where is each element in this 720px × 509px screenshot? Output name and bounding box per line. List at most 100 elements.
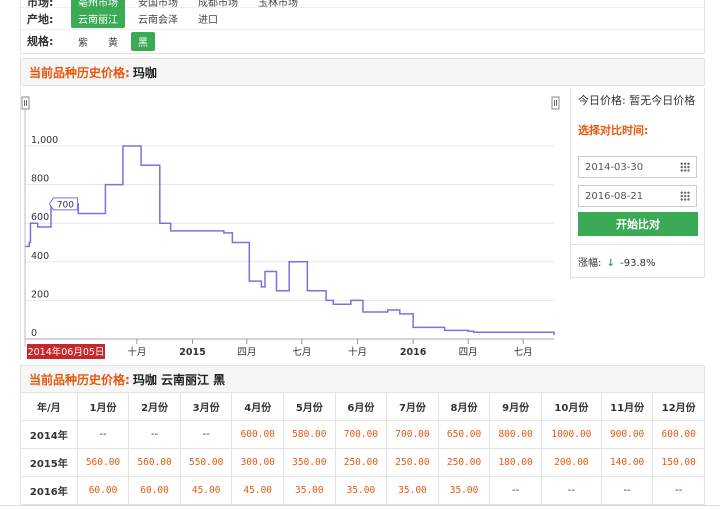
price-cell: -- (540, 476, 602, 505)
today-price-value: 暂无今日价格 (629, 94, 696, 107)
price-cell: 700.00 (386, 420, 439, 449)
table-section-header: 当前品种历史价格: 玛咖 云南丽江 黑 (20, 365, 705, 393)
filter-row-spec: 规格: 紫黄黑 (21, 30, 704, 52)
price-chart-area: 0 200 400 600 800 1,000 十月 2015 四月 七月 十月 2016 四月 七月 … (20, 88, 570, 360)
column-header: 9月份 (489, 392, 542, 421)
price-cell: 150.00 (652, 448, 705, 477)
price-cell: 200.00 (540, 448, 602, 477)
filter-option-spec-0[interactable]: 紫 (71, 32, 95, 51)
filter-label-spec: 规格: (27, 35, 54, 48)
today-price: 今日价格: 暂无今日价格 (578, 92, 695, 108)
column-header: 2月份 (128, 392, 181, 421)
panel-divider (571, 244, 704, 245)
filter-options-spec: 紫黄黑 (71, 31, 155, 51)
filter-option-origin-2[interactable]: 进口 (191, 9, 225, 28)
monthly-price-table: 年/月 1月份 2月份 3月份 4月份 5月份 6月份 7月份 8月份 9月份 10月份 11月份 12… (20, 392, 705, 505)
filter-option-spec-1[interactable]: 黄 (101, 32, 125, 51)
price-cell: 600.00 (652, 420, 705, 449)
filter-option-origin-0[interactable]: 云南丽江 (71, 9, 125, 28)
filter-option-spec-2[interactable]: 黑 (131, 31, 155, 51)
compare-label: 选择对比时间: (578, 124, 649, 137)
down-arrow-icon: ↓ (606, 258, 615, 269)
y-tick-label: 800 (31, 174, 49, 185)
calendar-icon[interactable] (680, 162, 690, 172)
column-header: 4月份 (231, 392, 285, 421)
y-tick-label: 400 (31, 251, 49, 262)
price-cell: -- (128, 420, 181, 449)
price-cell: -- (179, 420, 233, 449)
price-cell: 1000.00 (540, 420, 602, 449)
history-title: 当前品种历史价格: (29, 65, 130, 80)
date-start-input[interactable]: 2014-03-30 (578, 156, 697, 178)
price-cell: 700.00 (334, 420, 388, 449)
price-cell: 250.00 (334, 448, 388, 477)
filter-options-origin: 云南丽江 云南会泽 进口 (71, 9, 225, 28)
price-cell: 350.00 (283, 448, 336, 477)
price-chart: 02004006008001,000 十月 2015 四月 七月 十月 2016 四月 七月 … (21, 96, 560, 359)
column-header: 8月份 (437, 392, 491, 421)
date-badge: 2014年06月05日 (27, 344, 105, 359)
table-row: 2015年 560.00 560.00 550.00 300.00 350.00 250.0… (20, 448, 705, 477)
y-tick-label: 1,000 (31, 135, 58, 146)
price-cell: 250.00 (386, 448, 439, 477)
y-tick-label: 600 (31, 212, 49, 223)
tooltip-value: 700 (57, 200, 74, 210)
history-variety: 玛咖 (132, 65, 157, 80)
filter-option-origin-1[interactable]: 云南会泽 (131, 9, 185, 28)
table-row: 2016年 60.00 60.00 45.00 45.00 35.00 35.00 35.00… (20, 476, 705, 505)
date-end-input[interactable]: 2016-08-21 (578, 185, 697, 207)
price-cell: 600.00 (231, 420, 285, 449)
start-compare-button[interactable]: 开始比对 (578, 212, 698, 236)
price-cell: 35.00 (334, 476, 388, 505)
x-tick-label: 四月 (459, 347, 478, 358)
price-cell: -- (600, 476, 654, 505)
table-body: 2014年 -- -- -- 600.00 580.00 700.00 700.00 650.0… (20, 420, 705, 505)
x-tick-label: 七月 (292, 347, 311, 358)
price-cell: 560.00 (128, 448, 181, 477)
x-tick-label: 七月 (514, 347, 533, 358)
x-tick-label: 2016 (400, 347, 427, 358)
change-value: -93.8% (620, 258, 656, 269)
price-cell: 250.00 (437, 448, 491, 477)
history-section-header: 当前品种历史价格: 玛咖 (20, 58, 705, 86)
table-header-row: 年/月 1月份 2月份 3月份 4月份 5月份 6月份 7月份 8月份 9月份 10月份 11月份 12… (20, 392, 705, 421)
price-cell: -- (489, 476, 542, 505)
column-header: 1月份 (76, 392, 130, 421)
column-header: 7月份 (386, 392, 439, 421)
x-tick-label: 十月 (348, 346, 367, 358)
column-header: 10月份 (540, 392, 602, 421)
year-cell: 2014年 (20, 420, 78, 449)
date-start-value: 2014-03-30 (585, 161, 644, 173)
price-cell: 300.00 (231, 448, 285, 477)
range-handle-left[interactable] (21, 96, 30, 110)
filter-panel: 市场: 亳州市场 安国市场 成都市场 玉林市场 产地: 云南丽江 云南会泽 进口 规格: … (20, 0, 705, 54)
column-header: 年/月 (20, 392, 78, 421)
range-handle-right[interactable] (551, 96, 560, 110)
column-header: 12月份 (652, 392, 705, 421)
price-cell: 580.00 (283, 420, 336, 449)
price-change: 涨幅: ↓ -93.8% (578, 254, 656, 269)
price-cell: 35.00 (437, 476, 491, 505)
column-header: 11月份 (600, 392, 654, 421)
x-tick-label: 2015 (179, 347, 205, 358)
table-title: 当前品种历史价格: (29, 372, 130, 387)
filter-row-market: 市场: 亳州市场 安国市场 成都市场 玉林市场 (21, 0, 704, 11)
y-tick-label: 200 (31, 289, 49, 300)
price-cell: 550.00 (179, 448, 233, 477)
price-cell: 45.00 (231, 476, 285, 505)
column-header: 6月份 (334, 392, 388, 421)
price-cell: 560.00 (76, 448, 130, 477)
filter-label-origin: 产地: (27, 12, 54, 26)
calendar-icon[interactable] (680, 191, 690, 201)
price-cell: 900.00 (600, 420, 654, 449)
price-cell: 180.00 (489, 448, 542, 477)
price-cell: 800.00 (489, 420, 542, 449)
table-row: 2014年 -- -- -- 600.00 580.00 700.00 700.00 650.0… (20, 420, 705, 449)
price-cell: -- (652, 476, 705, 505)
y-tick-label: 0 (31, 328, 37, 339)
price-cell: 35.00 (283, 476, 336, 505)
year-cell: 2016年 (20, 476, 78, 505)
price-cell: 35.00 (386, 476, 439, 505)
price-cell: 45.00 (179, 476, 233, 505)
price-series-line (25, 145, 555, 336)
